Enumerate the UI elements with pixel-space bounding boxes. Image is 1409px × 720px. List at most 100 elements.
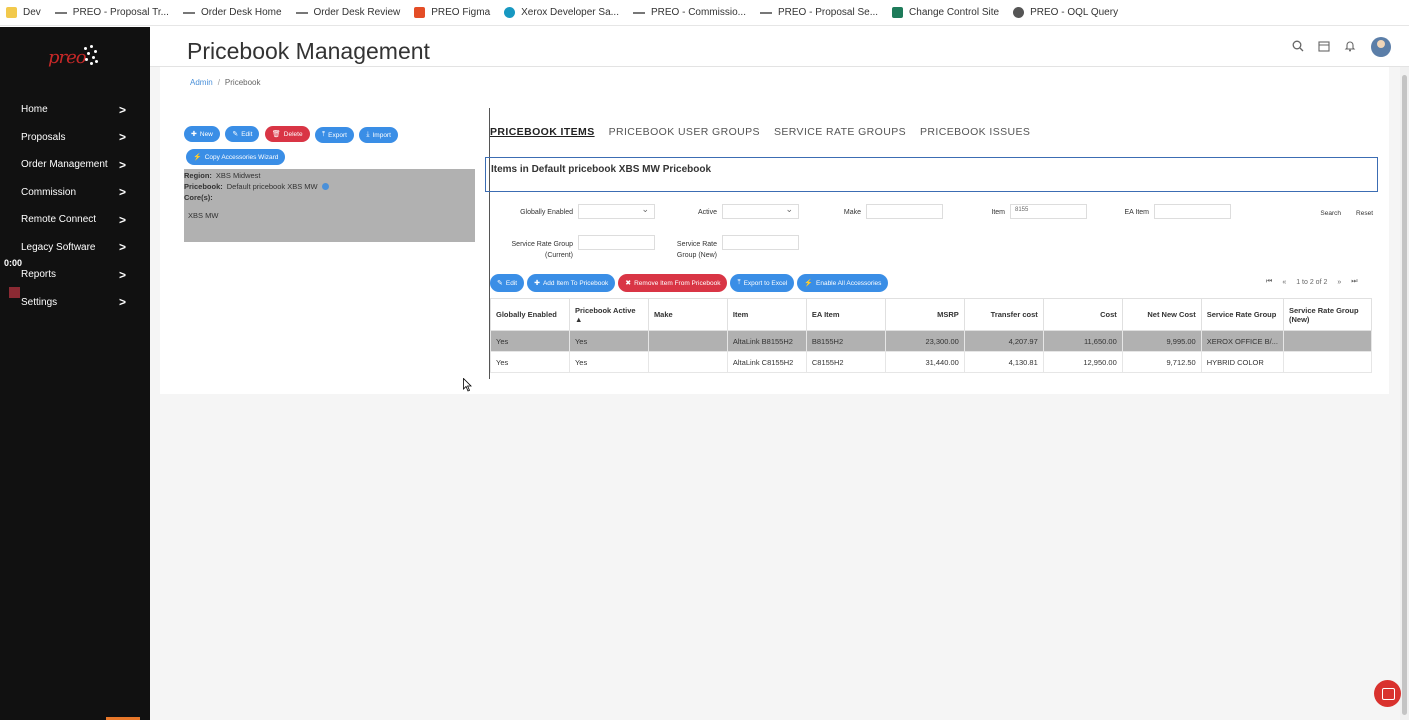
bookmark-proposal-se[interactable]: PREO - Proposal Se...: [759, 7, 878, 18]
sidebar-item-settings[interactable]: Settings >: [0, 289, 150, 317]
col-make[interactable]: Make: [647, 298, 728, 331]
globe-icon: [1013, 7, 1025, 18]
cell-globally-enabled: Yes: [490, 330, 570, 352]
active-select[interactable]: [722, 204, 799, 219]
cell-pricebook-active: Yes: [568, 351, 649, 373]
preo-logo[interactable]: preo: [48, 45, 100, 69]
table-edit-button[interactable]: ✎ Edit: [490, 274, 525, 292]
page-title: Pricebook Management: [187, 38, 430, 64]
chevron-right-icon: >: [118, 267, 126, 282]
wizard-actions: ⚡ Copy Accessories Wizard: [186, 146, 286, 165]
bookmark-dev[interactable]: Dev: [6, 7, 41, 18]
cell-cost: 11,650.00: [1042, 330, 1123, 352]
cell-globally-enabled: Yes: [490, 351, 570, 373]
tab-pricebook-issues[interactable]: PRICEBOOK ISSUES: [920, 126, 1030, 138]
bookmark-preo-figma[interactable]: PREO Figma: [414, 7, 490, 18]
last-page-icon[interactable]: ⏭: [1351, 278, 1357, 286]
col-globally-enabled[interactable]: Globally Enabled: [490, 298, 570, 331]
pricebook-selected-panel[interactable]: Region: XBS Midwest Pricebook: Default pri…: [184, 169, 475, 242]
copy-accessories-wizard-button[interactable]: ⚡ Copy Accessories Wizard: [186, 149, 286, 165]
first-page-icon[interactable]: ⏮: [1266, 278, 1272, 286]
bookmark-oql-query[interactable]: PREO - OQL Query: [1013, 7, 1118, 18]
user-avatar[interactable]: [1371, 37, 1391, 57]
page-scrollbar[interactable]: [1400, 67, 1409, 720]
tab-pricebook-items[interactable]: PRICEBOOK ITEMS: [490, 126, 595, 138]
col-net-new-cost[interactable]: Net New Cost: [1121, 298, 1202, 331]
col-msrp[interactable]: MSRP: [884, 298, 965, 331]
core-value: XBS MW: [188, 211, 219, 220]
cell-item: AltaLink C8155H2: [726, 351, 807, 373]
sidebar-item-remote-connect[interactable]: Remote Connect >: [0, 206, 150, 234]
sidebar: preo Home > Proposals > Order Management > …: [0, 27, 150, 720]
service-rate-group-current-label: Service Rate Group (Current): [511, 241, 573, 259]
logo-dots-icon: [82, 45, 98, 67]
bolt-icon: ⚡: [804, 280, 813, 287]
col-service-rate-group-new[interactable]: Service Rate Group (New): [1282, 298, 1373, 331]
trash-icon: 🗑: [271, 131, 281, 138]
prev-page-icon[interactable]: «: [1282, 279, 1286, 286]
sidebar-item-proposals[interactable]: Proposals >: [0, 124, 150, 152]
search-icon[interactable]: [1291, 40, 1305, 54]
search-button[interactable]: Search: [1313, 208, 1341, 219]
col-ea-item[interactable]: EA Item: [805, 298, 886, 331]
bell-icon[interactable]: [1343, 40, 1357, 54]
export-excel-button[interactable]: ⤒ Export to Excel: [730, 274, 795, 292]
reset-button[interactable]: Reset: [1345, 208, 1373, 219]
recording-timer: 0:00: [4, 258, 23, 268]
item-input[interactable]: 8155: [1010, 204, 1087, 219]
chevron-right-icon: >: [118, 212, 126, 227]
main-area: Pricebook Management Admin / Pricebook ✚ Ne…: [150, 27, 1409, 720]
bookmark-proposal-tr[interactable]: PREO - Proposal Tr...: [54, 7, 169, 18]
info-icon[interactable]: [321, 183, 329, 190]
figma-icon: [414, 7, 426, 18]
bookmark-xerox-developer[interactable]: Xerox Developer Sa...: [504, 7, 619, 18]
sidebar-item-home[interactable]: Home >: [0, 96, 150, 124]
export-button[interactable]: ⤒ Export: [315, 127, 354, 143]
plus-icon: ✚: [534, 280, 540, 287]
next-page-icon[interactable]: »: [1337, 279, 1341, 286]
table-row[interactable]: Yes Yes AltaLink C8155H2 C8155H2 31,440.…: [490, 351, 1373, 373]
col-transfer-cost[interactable]: Transfer cost: [963, 298, 1044, 331]
calendar-icon[interactable]: [1317, 40, 1331, 54]
col-pricebook-active[interactable]: Pricebook Active ▲: [568, 298, 649, 331]
bookmark-change-control[interactable]: Change Control Site: [892, 7, 999, 18]
service-rate-group-new-input[interactable]: [722, 235, 799, 250]
table-row[interactable]: Yes Yes AltaLink B8155H2 B8155H2 23,300.…: [490, 330, 1373, 352]
item-label: Item: [991, 209, 1005, 216]
breadcrumb-admin[interactable]: Admin: [190, 78, 213, 87]
cell-ea-item: C8155H2: [805, 351, 886, 373]
ea-item-input[interactable]: [1154, 204, 1231, 219]
sidebar-item-legacy-software[interactable]: Legacy Software >: [0, 234, 150, 262]
sidebar-item-reports[interactable]: Reports >: [0, 261, 150, 289]
cell-service-rate-group: XEROX OFFICE B/...: [1200, 330, 1284, 352]
service-rate-group-current-input[interactable]: [578, 235, 655, 250]
delete-button[interactable]: 🗑 Delete: [264, 126, 310, 142]
import-button[interactable]: ⤓ Import: [359, 127, 398, 143]
add-item-button[interactable]: ✚ Add Item To Pricebook: [527, 274, 616, 292]
pricebook-tabs: PRICEBOOK ITEMS PRICEBOOK USER GROUPS SE…: [490, 126, 1044, 138]
bolt-icon: ⚡: [193, 154, 202, 161]
col-service-rate-group[interactable]: Service Rate Group: [1200, 298, 1284, 331]
filter-panel: Globally Enabled Active Make Item 8155 E…: [485, 203, 1378, 261]
cloud-icon: [504, 7, 516, 18]
sidebar-item-commission[interactable]: Commission >: [0, 179, 150, 207]
col-cost[interactable]: Cost: [1042, 298, 1123, 331]
chat-widget-button[interactable]: [1374, 680, 1401, 707]
sidebar-item-order-management[interactable]: Order Management >: [0, 151, 150, 179]
make-input[interactable]: [866, 204, 943, 219]
col-item[interactable]: Item: [726, 298, 807, 331]
tab-pricebook-user-groups[interactable]: PRICEBOOK USER GROUPS: [609, 126, 760, 138]
bookmark-order-desk-home[interactable]: Order Desk Home: [182, 7, 282, 18]
enable-accessories-button[interactable]: ⚡ Enable All Accessories: [797, 274, 889, 292]
bookmark-order-desk-review[interactable]: Order Desk Review: [295, 7, 400, 18]
remove-item-button[interactable]: ✖ Remove Item From Pricebook: [618, 274, 728, 292]
edit-button[interactable]: ✎ Edit: [225, 126, 260, 142]
scrollbar-thumb[interactable]: [1402, 75, 1407, 715]
pricebook-items-table: Globally Enabled Pricebook Active ▲ Make…: [490, 298, 1373, 373]
record-stop-button[interactable]: [9, 287, 20, 298]
bookmark-commission[interactable]: PREO - Commissio...: [632, 7, 746, 18]
globally-enabled-select[interactable]: [578, 204, 655, 219]
tab-service-rate-groups[interactable]: SERVICE RATE GROUPS: [774, 126, 906, 138]
import-icon: ⤓: [366, 131, 370, 138]
new-button[interactable]: ✚ New: [184, 126, 220, 142]
